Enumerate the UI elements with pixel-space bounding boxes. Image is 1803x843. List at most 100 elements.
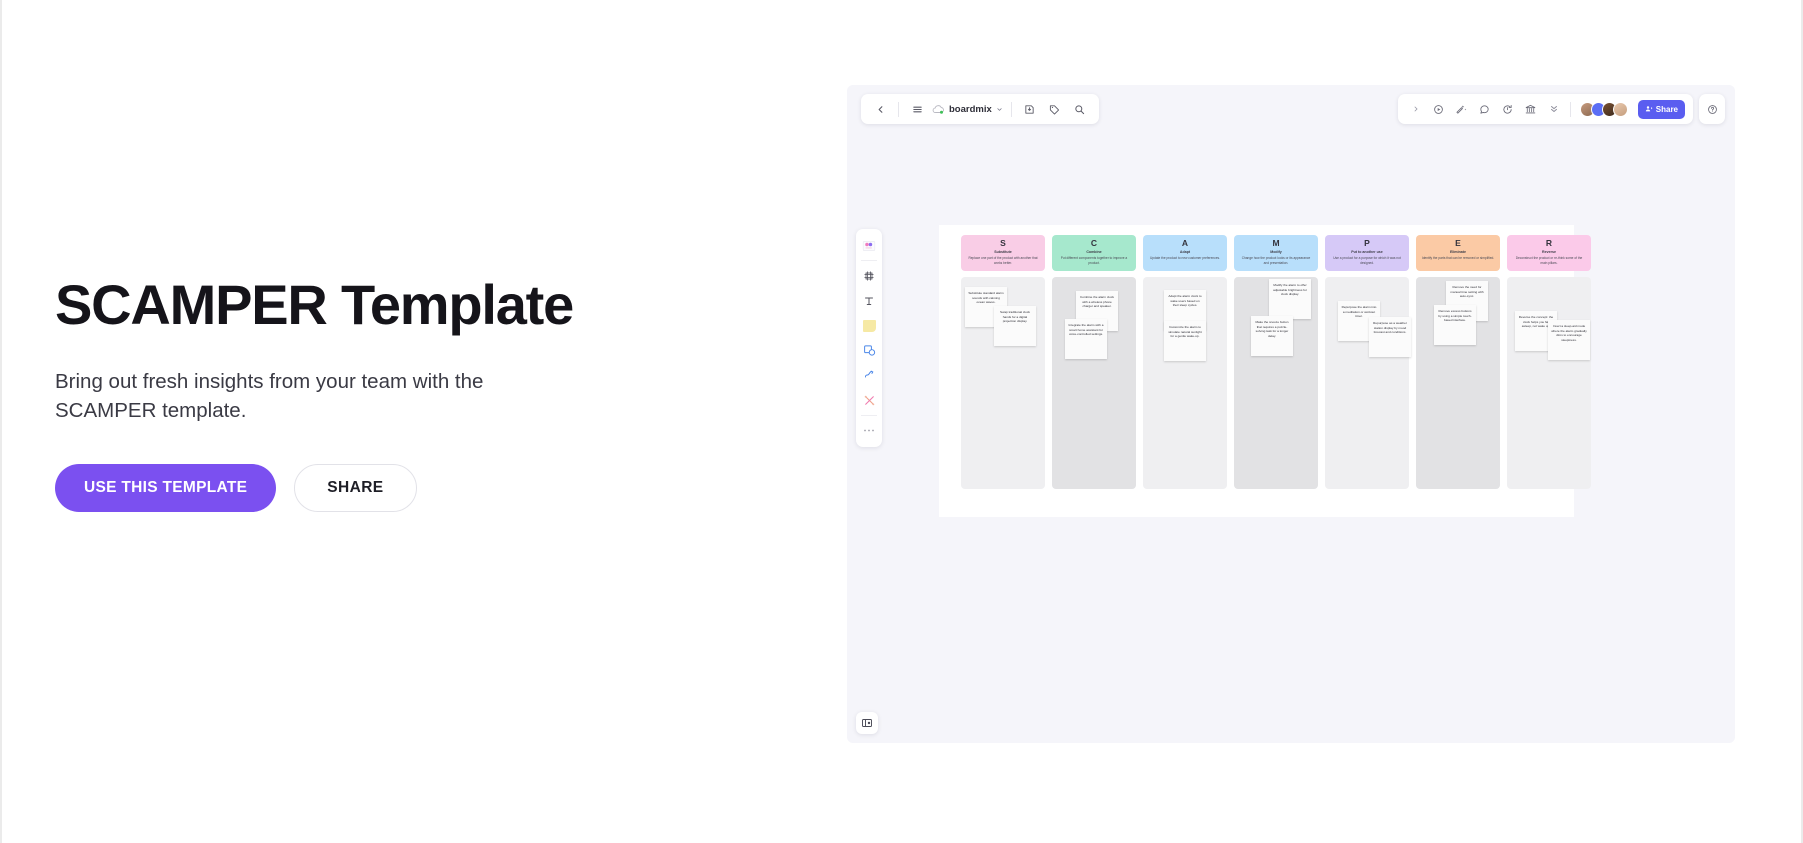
back-chevron-icon[interactable] bbox=[870, 99, 890, 119]
pen-icon[interactable] bbox=[858, 365, 880, 387]
document-title-text: boardmix bbox=[949, 103, 992, 115]
toolbar-divider bbox=[898, 101, 899, 117]
present-icon[interactable] bbox=[1429, 99, 1449, 119]
hero-section: SCAMPER Template Bring out fresh insight… bbox=[55, 273, 675, 512]
column-body: Modify the alarm to offer adjustable bri… bbox=[1234, 277, 1318, 489]
column-letter: A bbox=[1181, 238, 1189, 248]
sticky-note[interactable]: Repurpose as a weather station display b… bbox=[1369, 317, 1411, 357]
document-title[interactable]: boardmix bbox=[932, 104, 1003, 115]
scamper-column: S Substitute Replace one part of the produ… bbox=[961, 235, 1045, 489]
column-body: Remove the need for manual time setting … bbox=[1416, 277, 1500, 489]
column-body: Reverse the concept: the clock helps you… bbox=[1507, 277, 1591, 489]
page-root: SCAMPER Template Bring out fresh insight… bbox=[0, 0, 1803, 843]
use-this-template-button[interactable]: USE THIS TEMPLATE bbox=[55, 463, 277, 512]
board-share-button[interactable]: Share bbox=[1637, 99, 1685, 119]
column-description: Put different components together to imp… bbox=[1060, 256, 1128, 265]
help-icon bbox=[1707, 104, 1717, 114]
column-header[interactable]: M Modify Change how the product looks or i… bbox=[1234, 235, 1318, 271]
sticky-note[interactable]: Modify the alarm to offer adjustable bri… bbox=[1269, 279, 1311, 319]
more-tools-icon[interactable] bbox=[858, 420, 880, 442]
scamper-column: A Adapt Update the product to new customer… bbox=[1143, 235, 1227, 489]
connector-icon[interactable] bbox=[858, 390, 880, 412]
tool-rail bbox=[856, 229, 882, 447]
column-body: Combine the alarm clock with a wireless … bbox=[1052, 277, 1136, 489]
help-button[interactable] bbox=[1699, 94, 1725, 124]
add-person-icon bbox=[1645, 106, 1653, 112]
toolbar-divider bbox=[1569, 101, 1571, 117]
column-word: Reverse bbox=[1542, 249, 1556, 254]
sticky-note[interactable]: Customize the alarm to simulate natural … bbox=[1164, 321, 1206, 361]
column-header[interactable]: S Substitute Replace one part of the produ… bbox=[961, 235, 1045, 271]
avatar[interactable] bbox=[1612, 101, 1628, 117]
column-description: Use a product for a purpose for which it… bbox=[1333, 256, 1401, 265]
column-word: Combine bbox=[1086, 249, 1102, 254]
board-share-label: Share bbox=[1655, 104, 1678, 114]
rail-divider bbox=[861, 415, 877, 416]
column-body: Substitute standard alarm sounds with ca… bbox=[961, 277, 1045, 489]
tag-icon[interactable] bbox=[1045, 99, 1065, 119]
column-header[interactable]: C Combine Put different components togethe… bbox=[1052, 235, 1136, 271]
presentation-frame-button[interactable] bbox=[856, 712, 878, 734]
column-word: Eliminate bbox=[1450, 249, 1466, 254]
save-icon[interactable] bbox=[1020, 99, 1040, 119]
page-subtitle: Bring out fresh insights from your team … bbox=[55, 369, 484, 423]
column-description: Change how the product looks or its appe… bbox=[1241, 256, 1311, 265]
sticky-note[interactable]: Make the snooze button that requires a p… bbox=[1251, 316, 1293, 356]
column-word: Modify bbox=[1270, 249, 1282, 254]
column-description: Replace one part of the product with ano… bbox=[968, 256, 1038, 265]
select-template-icon[interactable] bbox=[858, 235, 880, 257]
column-body: Adapt the alarm clock to wake users base… bbox=[1143, 277, 1227, 489]
sticky-note-icon[interactable] bbox=[858, 315, 880, 337]
column-letter: P bbox=[1364, 238, 1370, 248]
template-bank-icon[interactable] bbox=[1521, 99, 1541, 119]
column-description: Deconstruct the product or re-think some… bbox=[1515, 256, 1583, 265]
column-letter: R bbox=[1545, 238, 1553, 248]
more-options-icon[interactable] bbox=[1544, 99, 1564, 119]
chevron-down-icon bbox=[997, 107, 1002, 111]
sticky-note[interactable]: Swap traditional clock hands for a digit… bbox=[994, 306, 1036, 346]
column-letter: S bbox=[1000, 238, 1006, 248]
rail-divider bbox=[861, 260, 877, 261]
column-header[interactable]: E Eliminate Identify the parts that can be… bbox=[1416, 235, 1500, 271]
column-header[interactable]: A Adapt Update the product to new customer… bbox=[1143, 235, 1227, 271]
scamper-column: R Reverse Deconstruct the product or re-th… bbox=[1507, 235, 1591, 489]
shape-icon[interactable] bbox=[858, 340, 880, 362]
comment-icon[interactable] bbox=[1475, 99, 1495, 119]
column-word: Adapt bbox=[1179, 249, 1191, 254]
page-title: SCAMPER Template bbox=[55, 273, 574, 336]
menu-icon[interactable] bbox=[907, 99, 927, 119]
column-header[interactable]: R Reverse Deconstruct the product or re-th… bbox=[1507, 235, 1591, 271]
sticky-note[interactable]: Integrate the alarm with a smart home as… bbox=[1065, 319, 1107, 359]
scamper-column: P Put to another use Use a product for a p… bbox=[1325, 235, 1411, 489]
expand-chevron-icon[interactable] bbox=[1406, 99, 1426, 119]
column-word: Put to another use bbox=[1351, 249, 1383, 254]
scamper-canvas-frame: S Substitute Replace one part of the produ… bbox=[939, 225, 1591, 517]
cloud-saved-icon bbox=[932, 104, 945, 115]
sticky-note[interactable]: Remove excess buttons by using a simple … bbox=[1434, 305, 1476, 345]
column-letter: E bbox=[1455, 238, 1461, 248]
column-description: Identify the parts that can be removed o… bbox=[1421, 256, 1495, 261]
column-letter: M bbox=[1272, 238, 1280, 248]
scamper-column: E Eliminate Identify the parts that can be… bbox=[1416, 235, 1500, 489]
sticky-note[interactable]: Invert a sleep-aid mode where the alarm … bbox=[1548, 320, 1590, 360]
frame-icon[interactable] bbox=[858, 265, 880, 287]
text-icon[interactable] bbox=[858, 290, 880, 312]
column-description: Update the product to new customer prefe… bbox=[1150, 256, 1220, 261]
column-letter: C bbox=[1090, 238, 1098, 248]
ai-magic-icon[interactable] bbox=[1452, 99, 1472, 119]
board-toolbar-right: Share bbox=[1397, 94, 1693, 124]
board-preview: boardmix Share S Substitute Replace one … bbox=[847, 85, 1735, 743]
timer-icon[interactable] bbox=[1498, 99, 1518, 119]
share-button[interactable]: SHARE bbox=[294, 463, 417, 512]
hero-actions: USE THIS TEMPLATE SHARE bbox=[55, 463, 675, 512]
scamper-columns: S Substitute Replace one part of the produ… bbox=[961, 235, 1591, 489]
search-icon[interactable] bbox=[1070, 99, 1090, 119]
scamper-column: C Combine Put different components togethe… bbox=[1052, 235, 1136, 489]
column-header[interactable]: P Put to another use Use a product for a p… bbox=[1325, 235, 1409, 271]
toolbar-divider bbox=[1010, 101, 1012, 117]
scamper-column: M Modify Change how the product looks or i… bbox=[1234, 235, 1318, 489]
collaborator-avatars[interactable] bbox=[1579, 101, 1628, 117]
board-toolbar-left: boardmix bbox=[861, 94, 1099, 124]
column-body: Repurpose the alarm into a meditation or… bbox=[1325, 277, 1411, 489]
column-word: Substitute bbox=[994, 249, 1012, 254]
